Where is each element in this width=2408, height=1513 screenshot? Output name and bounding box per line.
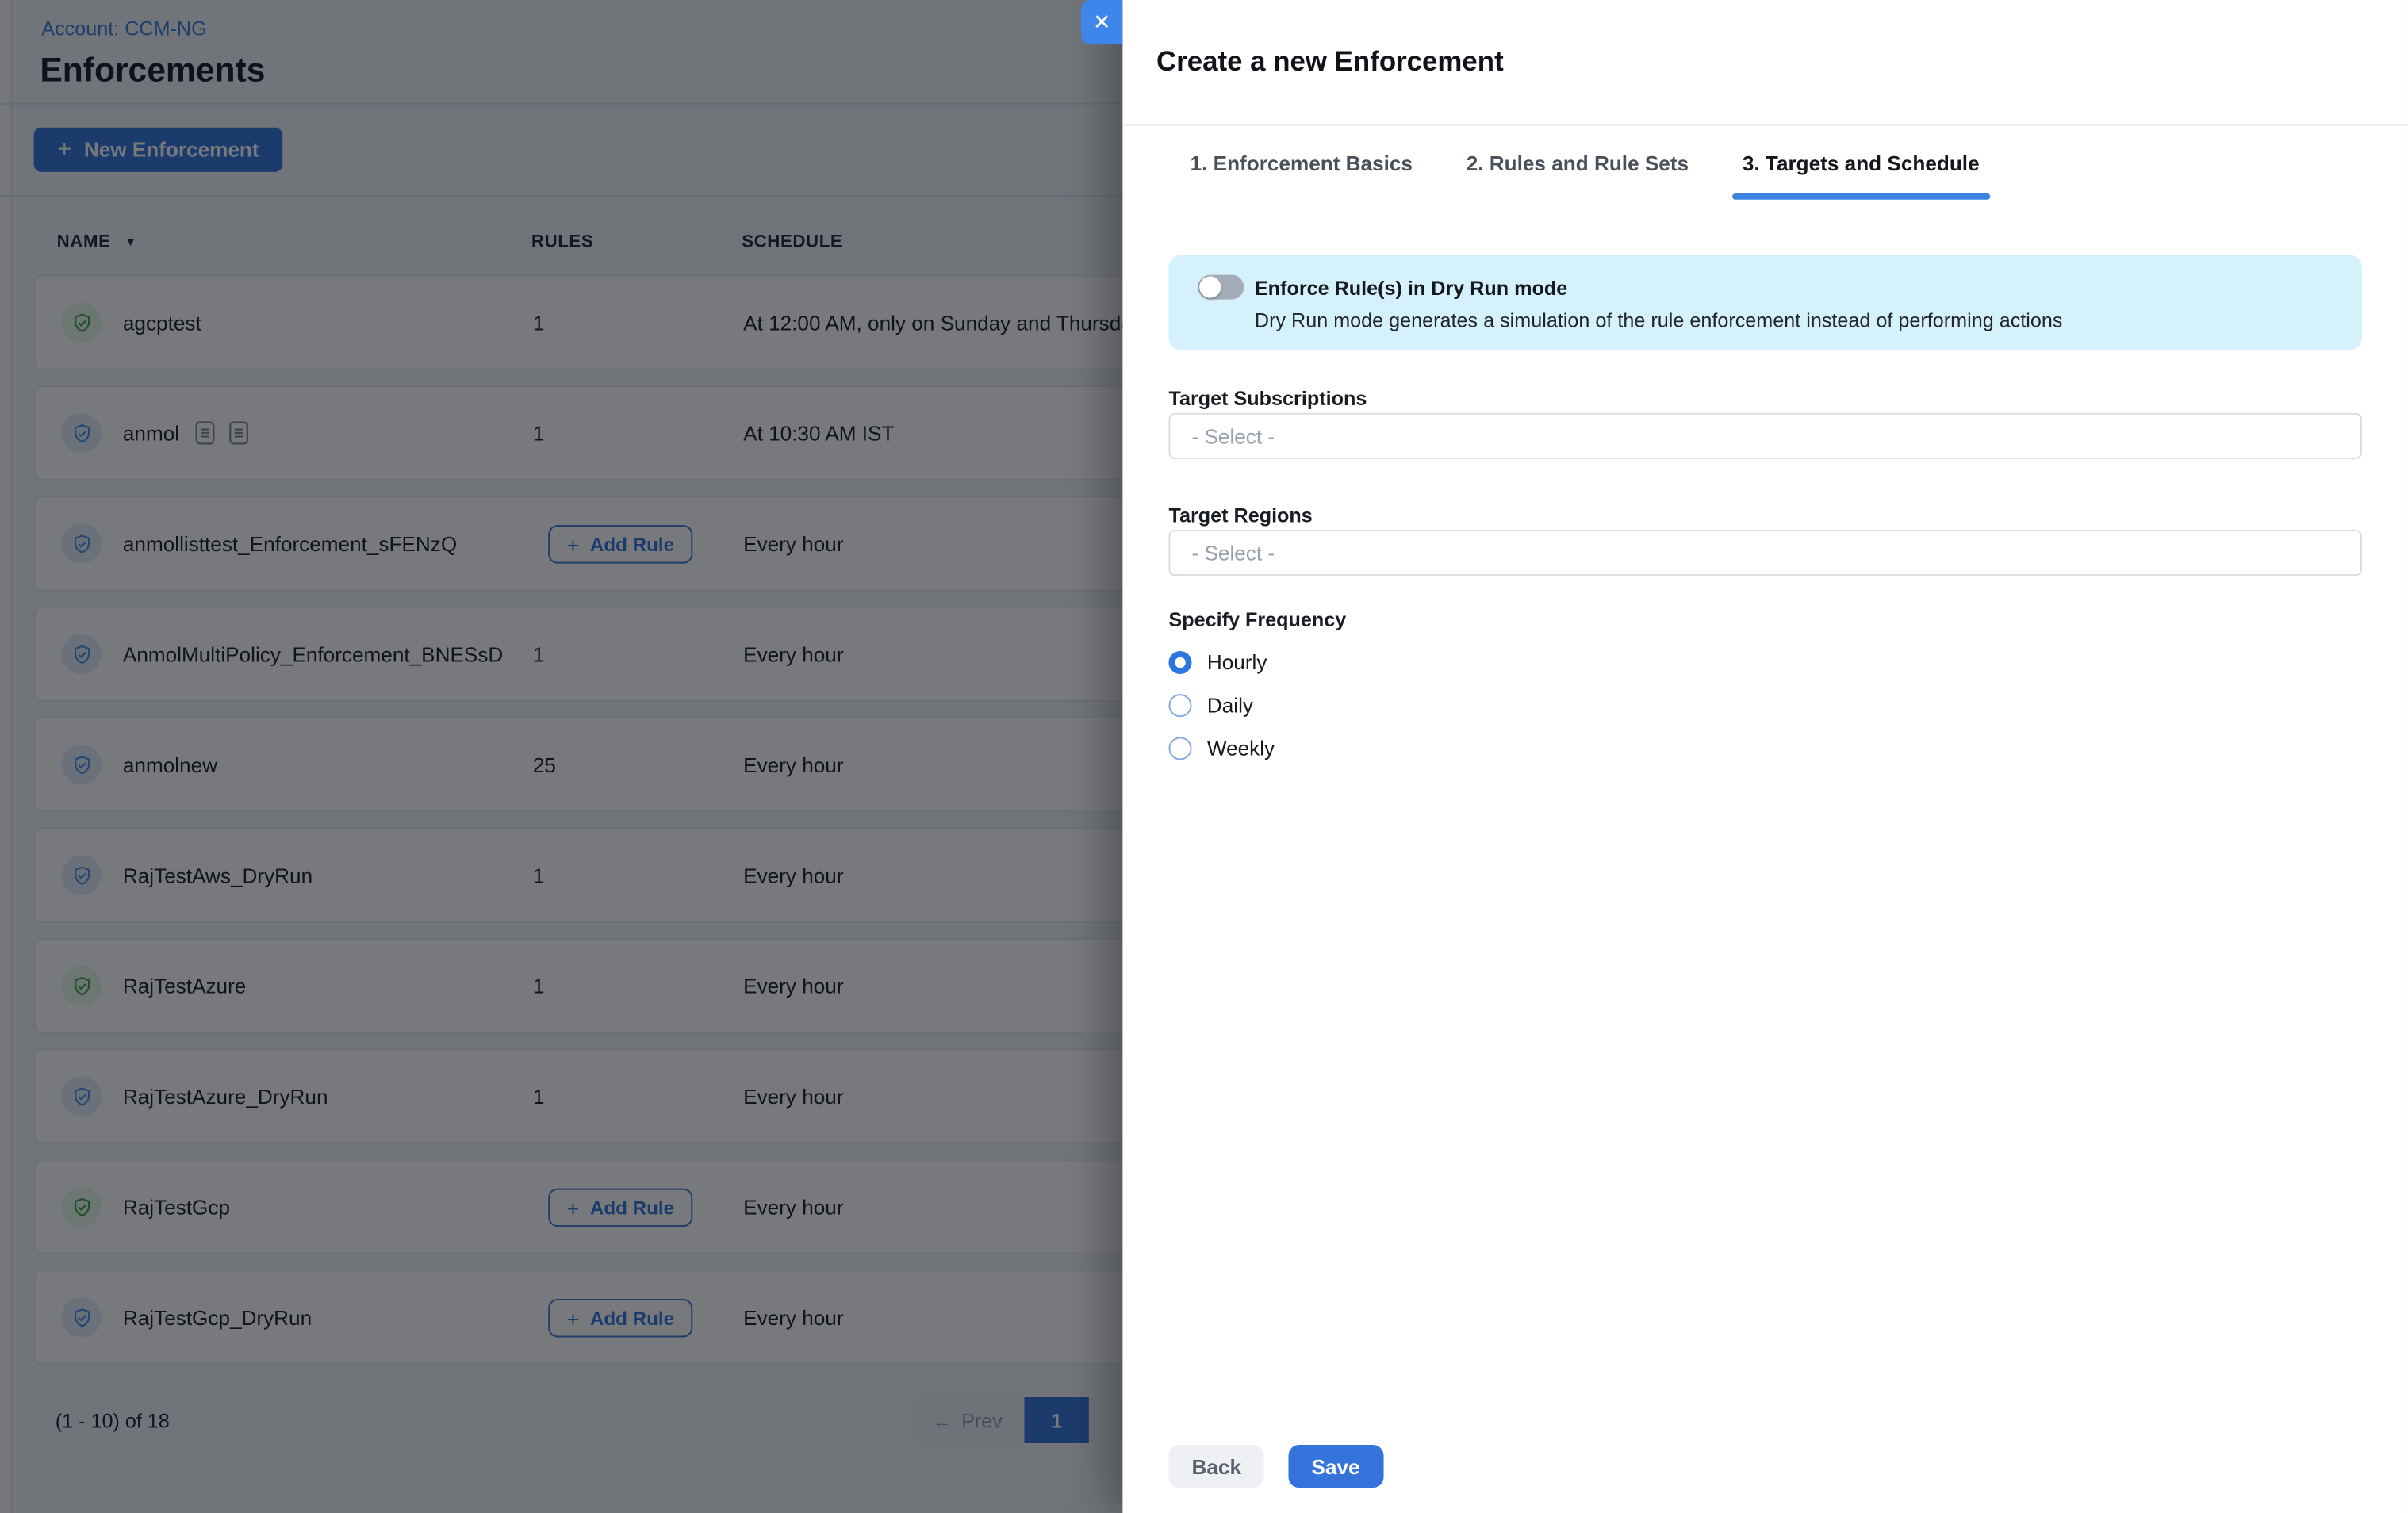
save-button[interactable]: Save	[1288, 1445, 1382, 1488]
wizard-tabs: 1. Enforcement Basics 2. Rules and Rule …	[1179, 143, 1990, 200]
drawer-title-divider	[1122, 124, 2408, 126]
tab-rules-and-rule-sets[interactable]: 2. Rules and Rule Sets	[1455, 143, 1699, 200]
select-placeholder: - Select -	[1192, 542, 1275, 565]
frequency-option-hourly[interactable]: Hourly	[1168, 640, 1267, 683]
target-subscriptions-select[interactable]: - Select -	[1168, 413, 2361, 459]
target-regions-select[interactable]: - Select -	[1168, 530, 2361, 576]
target-regions-label: Target Regions	[1168, 504, 1312, 527]
dry-run-description: Dry Run mode generates a simulation of t…	[1255, 308, 2063, 331]
close-icon: ✕	[1093, 10, 1111, 36]
frequency-option-weekly[interactable]: Weekly	[1168, 726, 1275, 769]
drawer-title: Create a new Enforcement	[1156, 46, 1504, 79]
dry-run-title: Enforce Rule(s) in Dry Run mode	[1255, 277, 1567, 300]
back-button[interactable]: Back	[1168, 1445, 1264, 1488]
specify-frequency-label: Specify Frequency	[1168, 608, 1346, 631]
tab-targets-and-schedule[interactable]: 3. Targets and Schedule	[1731, 143, 1990, 200]
toggle-knob	[1199, 277, 1221, 298]
radio-unselected-icon	[1168, 693, 1191, 716]
frequency-option-daily[interactable]: Daily	[1168, 684, 1253, 726]
select-placeholder: - Select -	[1192, 424, 1275, 447]
tab-enforcement-basics[interactable]: 1. Enforcement Basics	[1179, 143, 1423, 200]
radio-unselected-icon	[1168, 736, 1191, 759]
radio-selected-icon	[1168, 650, 1191, 673]
dry-run-banner: Enforce Rule(s) in Dry Run mode Dry Run …	[1168, 255, 2361, 350]
close-button[interactable]: ✕	[1081, 0, 1122, 44]
dry-run-toggle[interactable]	[1198, 275, 1244, 300]
target-subscriptions-label: Target Subscriptions	[1168, 387, 1367, 410]
create-enforcement-drawer: Create a new Enforcement 1. Enforcement …	[1122, 0, 2408, 1513]
app-window: Account: CCM-NG Enforcements + New Enfor…	[0, 0, 2408, 1513]
